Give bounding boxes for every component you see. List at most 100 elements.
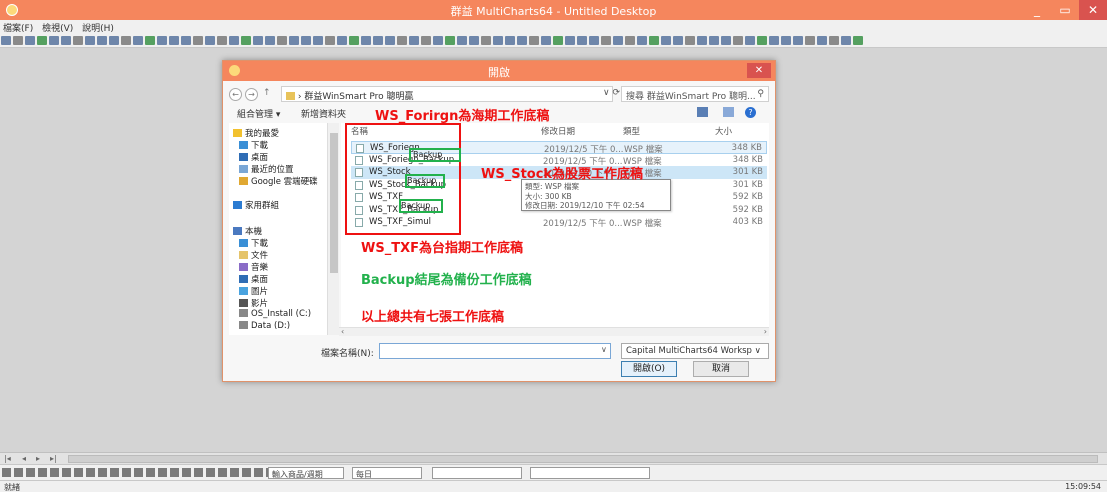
column-size[interactable]: 大小 — [715, 123, 732, 137]
toolbar-tool-icon[interactable] — [349, 36, 359, 45]
toolbar-tool-icon[interactable] — [853, 36, 863, 45]
nav-item[interactable]: 影片 — [239, 297, 268, 309]
organize-button[interactable]: 組合管理 ▾ — [237, 107, 280, 120]
scroll-next-icon[interactable]: ▸ — [36, 454, 40, 463]
toolbar-tool-icon[interactable] — [397, 36, 407, 45]
drawing-tool-icon[interactable] — [206, 468, 215, 477]
toolbar-tool-icon[interactable] — [517, 36, 527, 45]
toolbar-tool-icon[interactable] — [361, 36, 371, 45]
toolbar-tool-icon[interactable] — [565, 36, 575, 45]
refresh-icon[interactable]: ∨ ⟳ — [603, 88, 620, 98]
drawing-tool-icon[interactable] — [26, 468, 35, 477]
drawing-tool-icon[interactable] — [170, 468, 179, 477]
dialog-close-button[interactable]: ✕ — [747, 63, 771, 78]
address-box[interactable]: › 群益WinSmart Pro 聰明贏 — [281, 86, 613, 102]
toolbar-tool-icon[interactable] — [769, 36, 779, 45]
close-button[interactable]: ✕ — [1079, 0, 1107, 20]
menu-view[interactable]: 檢視(V) — [39, 20, 76, 35]
search-icon[interactable]: ⚲ — [757, 89, 764, 99]
toolbar-tool-icon[interactable] — [241, 36, 251, 45]
toolbar-tool-icon[interactable] — [601, 36, 611, 45]
nav-scrollbar[interactable] — [327, 123, 339, 335]
new-folder-button[interactable]: 新增資料夾 — [301, 107, 346, 120]
scroll-last-icon[interactable]: ▸| — [50, 454, 57, 463]
drawing-tool-icon[interactable] — [14, 468, 23, 477]
help-icon[interactable]: ? — [745, 107, 756, 118]
column-name[interactable]: 名稱 — [351, 123, 368, 137]
toolbar-tool-icon[interactable] — [121, 36, 131, 45]
drawing-tool-icon[interactable] — [146, 468, 155, 477]
toolbar-tool-icon[interactable] — [469, 36, 479, 45]
toolbar-tool-icon[interactable] — [445, 36, 455, 45]
back-arrow-icon[interactable]: ← — [229, 88, 242, 101]
nav-item[interactable]: 我的最愛 — [233, 127, 279, 139]
toolbar-tool-icon[interactable] — [481, 36, 491, 45]
nav-item[interactable]: Data (D:) — [239, 321, 290, 331]
toolbar-tool-icon[interactable] — [13, 36, 23, 45]
toolbar-tool-icon[interactable] — [265, 36, 275, 45]
toolbar-tool-icon[interactable] — [157, 36, 167, 45]
nav-item[interactable]: 本機 — [233, 225, 262, 237]
toolbar-tool-icon[interactable] — [697, 36, 707, 45]
toolbar-tool-icon[interactable] — [85, 36, 95, 45]
toolbar-tool-icon[interactable] — [709, 36, 719, 45]
view-options-icon[interactable] — [697, 107, 708, 117]
toolbar-tool-icon[interactable] — [745, 36, 755, 45]
scroll-prev-icon[interactable]: ◂ — [22, 454, 26, 463]
chart-scroll-thumb[interactable] — [68, 455, 1098, 463]
toolbar-tool-icon[interactable] — [133, 36, 143, 45]
toolbar-tool-icon[interactable] — [721, 36, 731, 45]
toolbar-tool-icon[interactable] — [37, 36, 47, 45]
toolbar-tool-icon[interactable] — [289, 36, 299, 45]
preview-pane-icon[interactable] — [723, 107, 734, 117]
forward-arrow-icon[interactable]: → — [245, 88, 258, 101]
period-combo[interactable]: 每日 — [352, 467, 422, 479]
nav-scroll-thumb[interactable] — [330, 133, 338, 273]
drawing-tool-icon[interactable] — [254, 468, 263, 477]
toolbar-tool-icon[interactable] — [205, 36, 215, 45]
toolbar-tool-icon[interactable] — [589, 36, 599, 45]
toolbar-tool-icon[interactable] — [169, 36, 179, 45]
toolbar-tool-icon[interactable] — [625, 36, 635, 45]
scroll-left-icon[interactable]: ‹ — [341, 327, 344, 336]
toolbar-tool-icon[interactable] — [253, 36, 263, 45]
drawing-tool-icon[interactable] — [242, 468, 251, 477]
toolbar-tool-icon[interactable] — [181, 36, 191, 45]
toolbar-tool-icon[interactable] — [793, 36, 803, 45]
search-combo[interactable] — [530, 467, 650, 479]
menu-file[interactable]: 檔案(F) — [0, 20, 36, 35]
toolbar-tool-icon[interactable] — [673, 36, 683, 45]
toolbar-tool-icon[interactable] — [613, 36, 623, 45]
symbol-input[interactable]: 輸入商品/週期 — [268, 467, 344, 479]
drawing-tool-icon[interactable] — [38, 468, 47, 477]
toolbar-tool-icon[interactable] — [577, 36, 587, 45]
open-button[interactable]: 開啟(O) — [621, 361, 677, 377]
drawing-tool-icon[interactable] — [134, 468, 143, 477]
drawing-tool-icon[interactable] — [182, 468, 191, 477]
toolbar-tool-icon[interactable] — [553, 36, 563, 45]
drawing-tool-icon[interactable] — [110, 468, 119, 477]
toolbar-tool-icon[interactable] — [373, 36, 383, 45]
toolbar-tool-icon[interactable] — [529, 36, 539, 45]
up-arrow-icon[interactable]: ↑ — [263, 88, 271, 98]
toolbar-tool-icon[interactable] — [661, 36, 671, 45]
toolbar-tool-icon[interactable] — [25, 36, 35, 45]
nav-item[interactable]: 圖片 — [239, 285, 268, 297]
toolbar-tool-icon[interactable] — [781, 36, 791, 45]
toolbar-tool-icon[interactable] — [505, 36, 515, 45]
file-row[interactable]: WS_TXF_Simul 2019/12/5 下午 0... WSP 檔案 403 K… — [351, 216, 767, 229]
scroll-first-icon[interactable]: |◂ — [4, 454, 11, 463]
toolbar-tool-icon[interactable] — [301, 36, 311, 45]
toolbar-tool-icon[interactable] — [1, 36, 11, 45]
maximize-button[interactable]: ▭ — [1051, 0, 1079, 20]
toolbar-tool-icon[interactable] — [97, 36, 107, 45]
toolbar-tool-icon[interactable] — [733, 36, 743, 45]
drawing-tool-icon[interactable] — [62, 468, 71, 477]
filename-dropdown-icon[interactable]: ∨ — [601, 345, 607, 354]
scroll-right-icon[interactable]: › — [764, 327, 767, 336]
toolbar-tool-icon[interactable] — [277, 36, 287, 45]
nav-item[interactable]: OS_Install (C:) — [239, 309, 311, 319]
empty-combo[interactable] — [432, 467, 522, 479]
toolbar-tool-icon[interactable] — [61, 36, 71, 45]
toolbar-tool-icon[interactable] — [49, 36, 59, 45]
